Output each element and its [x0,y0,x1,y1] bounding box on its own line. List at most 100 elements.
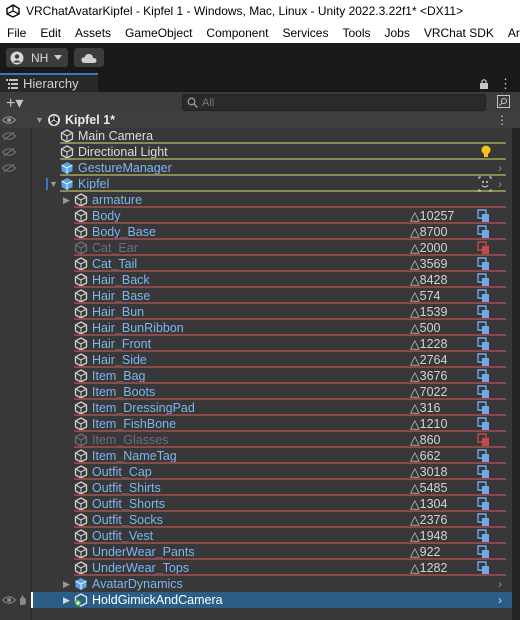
hierarchy-item-armature[interactable]: ▶ armature [32,192,520,208]
expand-arrow[interactable]: ▶ [63,595,70,606]
menu-vrchat-sdk[interactable]: VRChat SDK [417,26,501,40]
gameobject-cube-icon [74,401,88,415]
gameobject-cube-icon [74,209,88,223]
scene-expand-arrow[interactable]: ▼ [35,115,44,125]
prefab-cube-icon [61,178,73,190]
hierarchy-item-hair-bun[interactable]: Hair_Bun △1539 [32,304,520,320]
menu-component[interactable]: Component [199,26,275,40]
hierarchy-item-holdgimickandcamera[interactable]: ▶ HoldGimickAndCamera › [32,592,512,608]
hierarchy-item-item-bag[interactable]: Item_Bag △3676 [32,368,520,384]
account-initials: NH [31,50,49,65]
hierarchy-item-body[interactable]: Body △10257 [32,208,520,224]
account-dropdown[interactable]: NH [6,48,68,67]
hierarchy-item-main-camera[interactable]: Main Camera [2,128,520,144]
gameobject-cube-icon [74,193,88,207]
more-options-icon[interactable]: ⋮ [499,76,512,92]
search-filter-icon[interactable] [497,95,510,108]
item-name: HoldGimickAndCamera [92,593,223,607]
gameobject-cube-icon [74,385,88,399]
hierarchy-item-cat-tail[interactable]: Cat_Tail △3569 [32,256,520,272]
create-plus-icon[interactable]: +▾ [6,93,23,113]
visibility-gutter [0,112,31,620]
menu-jobs[interactable]: Jobs [377,26,416,40]
unity-logo-icon [6,4,20,18]
hierarchy-item-body-base[interactable]: Body_Base △8700 [32,224,520,240]
scene-options-icon[interactable]: ⋮ [496,112,508,128]
hidden-eye-icon[interactable] [2,163,16,173]
menu-aramaa[interactable]: Aramaa [501,26,520,40]
account-avatar-icon [10,51,24,64]
tab-hierarchy[interactable]: Hierarchy [0,73,98,92]
chevron-right-icon[interactable]: › [498,592,502,608]
panel-tab-bar: Hierarchy ⋮ [0,72,520,92]
hierarchy-item-outfit-shorts[interactable]: Outfit_Shorts △1304 [32,496,520,512]
hierarchy-item-outfit-shirts[interactable]: Outfit_Shirts △5485 [32,480,520,496]
search-input[interactable]: All [182,94,486,111]
hierarchy-item-outfit-socks[interactable]: Outfit_Socks △2376 [32,512,520,528]
hierarchy-item-hair-front[interactable]: Hair_Front △1228 [32,336,520,352]
visibility-eye-icon[interactable] [2,595,16,605]
gameobject-cube-icon [74,497,88,511]
expand-arrow[interactable]: ▶ [63,195,70,206]
hierarchy-item-directional-light[interactable]: Directional Light [2,144,520,160]
menu-edit[interactable]: Edit [33,26,68,40]
chevron-right-icon[interactable]: › [498,160,502,176]
chevron-right-icon[interactable]: › [498,176,502,192]
prefab-cube-icon [75,578,87,590]
gameobject-cube-icon [74,417,88,431]
hierarchy-item-avatardynamics[interactable]: ▶ AvatarDynamics › [32,576,520,592]
hierarchy-item-item-glasses[interactable]: Item_Glasses △860 [32,432,520,448]
prefab-cube-icon [61,162,73,174]
hierarchy-item-outfit-vest[interactable]: Outfit_Vest △1948 [32,528,520,544]
gameobject-added-icon [74,593,88,607]
expand-arrow[interactable]: ▼ [49,179,58,189]
lock-icon[interactable] [479,78,489,90]
gameobject-cube-icon [74,289,88,303]
hidden-eye-icon[interactable] [2,131,16,141]
chevron-right-icon[interactable]: › [498,576,502,592]
hierarchy-item-item-boots[interactable]: Item_Boots △7022 [32,384,520,400]
gameobject-cube-icon [74,225,88,239]
menu-gameobject[interactable]: GameObject [118,26,199,40]
main-toolbar: NH [0,43,520,72]
hierarchy-search-row: +▾ All [0,92,520,113]
menu-services[interactable]: Services [275,26,335,40]
hierarchy-list-icon [6,78,18,89]
pickable-hand-icon[interactable] [17,594,29,606]
hidden-eye-icon[interactable] [2,147,16,157]
hierarchy-item-gesturemanager[interactable]: GestureManager › [2,160,520,176]
gameobject-cube-icon [74,305,88,319]
hierarchy-item-underwear-tops[interactable]: UnderWear_Tops △1282 [32,560,520,576]
hierarchy-item-kipfel[interactable]: ▼ Kipfel › [32,176,520,192]
scene-row[interactable]: ▼ Kipfel 1* ⋮ [0,112,520,128]
visibility-eye-icon[interactable] [2,115,16,125]
hierarchy-item-cat-ear[interactable]: Cat_Ear △2000 [32,240,520,256]
hierarchy-item-hair-back[interactable]: Hair_Back △8428 [32,272,520,288]
hierarchy-item-underwear-pants[interactable]: UnderWear_Pants △922 [32,544,520,560]
gameobject-cube-icon [74,321,88,335]
menu-tools[interactable]: Tools [335,26,377,40]
chevron-down-icon [54,54,63,60]
avatar-face-icon [478,176,492,192]
gameobject-cube-icon [60,145,74,159]
hierarchy-item-item-fishbone[interactable]: Item_FishBone △1210 [32,416,520,432]
window-titlebar: VRChatAvatarKipfel - Kipfel 1 - Windows,… [0,0,520,22]
gameobject-cube-icon [74,481,88,495]
hierarchy-item-hair-side[interactable]: Hair_Side △2764 [32,352,520,368]
hierarchy-item-outfit-cap[interactable]: Outfit_Cap △3018 [32,464,520,480]
gameobject-cube-icon [74,465,88,479]
tab-tools: ⋮ [479,76,512,92]
gameobject-cube-icon [74,561,88,575]
expand-arrow[interactable]: ▶ [63,579,70,590]
menu-file[interactable]: File [0,26,33,40]
hierarchy-item-hair-bunribbon[interactable]: Hair_BunRibbon △500 [32,320,520,336]
hierarchy-item-item-nametag[interactable]: Item_NameTag △662 [32,448,520,464]
gameobject-cube-icon [74,433,88,447]
gameobject-cube-icon [74,241,88,255]
hierarchy-item-item-dressingpad[interactable]: Item_DressingPad △316 [32,400,520,416]
hierarchy-item-hair-base[interactable]: Hair_Base △574 [32,288,520,304]
menu-assets[interactable]: Assets [68,26,118,40]
search-placeholder: All [202,96,215,109]
cloud-button[interactable] [74,48,104,67]
window-title: VRChatAvatarKipfel - Kipfel 1 - Windows,… [26,4,464,18]
